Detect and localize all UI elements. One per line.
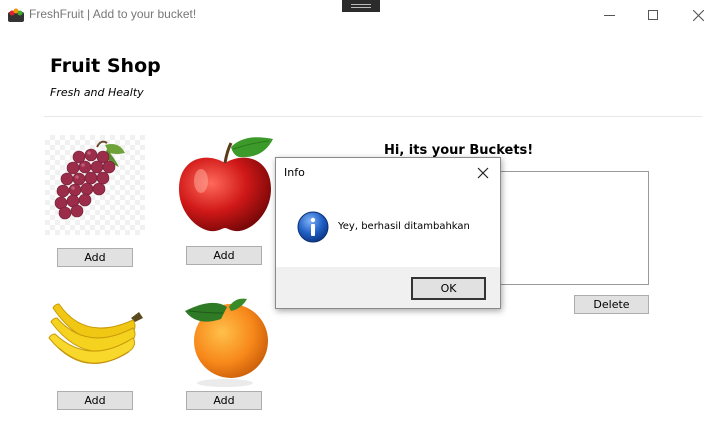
orange-image <box>175 293 275 393</box>
banana-image <box>45 290 145 390</box>
drag-grip-handle[interactable] <box>342 0 380 12</box>
header-divider <box>44 116 702 117</box>
delete-button[interactable]: Delete <box>574 295 649 314</box>
dialog-message: Yey, berhasil ditambahkan <box>338 221 470 232</box>
ok-button[interactable]: OK <box>411 277 486 300</box>
maximize-button[interactable] <box>630 0 676 30</box>
page-subtitle: Fresh and Healty <box>50 86 144 99</box>
window-title: FreshFruit | Add to your bucket! <box>29 7 197 21</box>
fruit-basket-icon <box>8 8 24 22</box>
add-apple-button[interactable]: Add <box>186 246 262 265</box>
grapes-image <box>45 135 145 235</box>
dialog-footer: OK <box>276 267 500 308</box>
minimize-button[interactable] <box>586 0 632 30</box>
close-icon[interactable] <box>476 166 490 180</box>
apple-image <box>175 133 275 233</box>
add-banana-button[interactable]: Add <box>57 391 133 410</box>
maximize-icon <box>648 10 658 20</box>
bucket-listbox[interactable] <box>498 171 649 285</box>
info-dialog: Info Yey, berhasil ditambahkan OK <box>275 157 501 309</box>
minimize-icon <box>603 14 615 16</box>
dialog-title: Info <box>284 166 305 179</box>
page-title: Fruit Shop <box>50 55 161 77</box>
close-icon <box>692 9 704 21</box>
info-icon <box>297 211 329 243</box>
close-button[interactable] <box>675 0 721 30</box>
bucket-title: Hi, its your Buckets! <box>384 143 534 158</box>
window-titlebar: FreshFruit | Add to your bucket! <box>0 0 721 30</box>
add-grapes-button[interactable]: Add <box>57 248 133 267</box>
add-orange-button[interactable]: Add <box>186 391 262 410</box>
